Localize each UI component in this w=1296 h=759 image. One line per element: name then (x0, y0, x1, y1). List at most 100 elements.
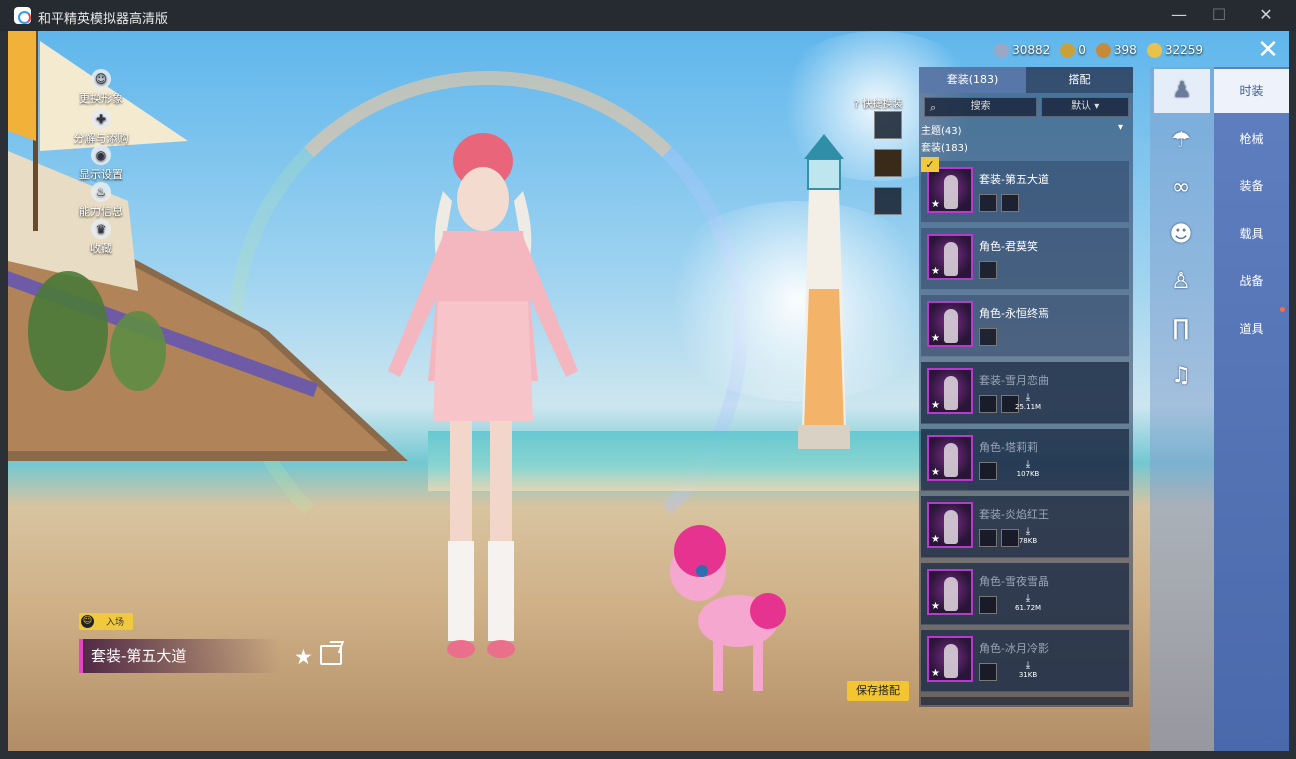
lighthouse (798, 134, 850, 449)
part-thumbnail (979, 395, 997, 413)
quick-change-label: ? 快捷换装 (854, 99, 903, 110)
menu-item[interactable]: 枪械 (1214, 117, 1289, 161)
currency-item: 30882 (994, 40, 1050, 60)
save-outfit-button[interactable]: 保存搭配 (847, 681, 909, 701)
download-icon: ⤓ (1025, 459, 1031, 470)
decompose-icon: ✚ (91, 109, 111, 129)
currency-item: 398 (1095, 40, 1137, 60)
mask-icon[interactable]: ☻ (1164, 218, 1198, 252)
star-icon: ★ (931, 266, 940, 277)
equipped-check-icon: ✓ (921, 157, 939, 172)
currency-item: 32259 (1146, 40, 1203, 60)
star-icon: ★ (931, 467, 940, 478)
outfit-list-item[interactable]: ★ 角色-冰月冷影 ⤓ 31KB (921, 630, 1129, 692)
quick-slot[interactable] (874, 149, 902, 177)
emote-icon: ☺ (81, 615, 94, 628)
figure (944, 309, 958, 343)
outfit-item-name: 角色-冰月冷影 (979, 642, 1049, 655)
outfit-list-item[interactable]: ★ 角色-君莫笑 (921, 228, 1129, 290)
suit-count: 套装(183) (921, 143, 968, 154)
star-icon: ★ (931, 534, 940, 545)
outfit-list-item[interactable]: ★ 套装-第五大道 (921, 161, 1129, 223)
main-menu-column: 时装 枪械 装备 载具 战备 道具 (1214, 67, 1289, 751)
figure (944, 376, 958, 410)
quick-slot[interactable] (874, 111, 902, 139)
outfit-item-name: 角色-君莫笑 (979, 240, 1038, 253)
download-indicator[interactable]: ⤓ 61.72M (1015, 593, 1041, 612)
sort-dropdown[interactable]: 默认 ▾ (1041, 97, 1129, 117)
download-icon: ⤓ (1025, 660, 1031, 671)
collection-button[interactable]: ♛ 收藏 (56, 219, 146, 256)
entry-badge[interactable]: ☺ 入场 (79, 613, 133, 630)
chevron-down-icon: ▾ (1094, 101, 1100, 112)
search-row: ⌕ 搜索 默认 ▾ (924, 97, 1129, 117)
close-window-button[interactable]: ✕ (1255, 4, 1277, 26)
eye-icon: ◉ (91, 145, 111, 165)
star-icon: ★ (931, 400, 940, 411)
outfit-thumbnail: ★ (927, 435, 973, 481)
download-icon: ⤓ (1025, 392, 1031, 403)
download-indicator[interactable]: ⤓ 107KB (1015, 459, 1041, 478)
search-input[interactable]: ⌕ 搜索 (924, 97, 1038, 117)
menu-item[interactable]: 战备 (1214, 259, 1289, 303)
pants-icon[interactable]: ∏ (1164, 312, 1198, 346)
top-icon[interactable]: ♙ (1164, 265, 1198, 299)
minimize-button[interactable]: — (1168, 4, 1190, 26)
part-thumbnail (1001, 194, 1019, 212)
fire-icon: ♨ (91, 182, 111, 202)
outfit-list-item[interactable]: ★ 角色-塔莉莉 ⤓ 107KB (921, 429, 1129, 491)
outfit-list-item[interactable]: ★ 套装-雪月恋曲 ⤓ 25.11M (921, 362, 1129, 424)
tab-mix-match[interactable]: 搭配 (1026, 67, 1133, 93)
search-icon: ⌕ (930, 101, 937, 114)
menu-item[interactable]: 载具 (1214, 212, 1289, 256)
menu-item[interactable]: 道具 (1214, 307, 1289, 351)
outfit-item-name: 角色-永恒终焉 (979, 307, 1049, 320)
download-indicator[interactable]: ⤓ 25.11M (1015, 392, 1041, 411)
app-icon (14, 7, 31, 24)
outfit-icon[interactable]: ♟ (1154, 69, 1210, 113)
figure (944, 242, 958, 276)
outfit-item-name: 角色-塔莉莉 (979, 441, 1038, 454)
title-bar: 和平精英模拟器高清版 — ☐ ✕ (0, 0, 1296, 31)
theme-filter[interactable]: 主题(43) ▾ (921, 122, 1131, 137)
outfit-list-item[interactable]: ★ 角色-永恒终焉 (921, 295, 1129, 357)
share-icon[interactable] (320, 645, 342, 665)
scrollbar[interactable] (921, 697, 1129, 705)
part-thumbnail (979, 462, 997, 480)
panel-tabs: 套装(183) 搭配 (919, 67, 1133, 93)
menu-item[interactable]: 时装 (1214, 69, 1289, 113)
ability-info-button[interactable]: ♨ 能力信息 (56, 182, 146, 219)
glasses-icon[interactable]: ∞ (1164, 171, 1198, 205)
bronze-coin-icon (1095, 42, 1111, 58)
outfit-list-panel: 套装(183) 搭配 ⌕ 搜索 默认 ▾ 主题(43) ▾ 套装(183) ★ 套装-… (919, 67, 1133, 707)
star-icon: ★ (931, 333, 940, 344)
shoes-icon[interactable]: ♫ (1164, 359, 1198, 393)
outfit-thumbnail: ★ (927, 234, 973, 280)
figure (944, 443, 958, 477)
crown-icon: ♛ (91, 219, 111, 239)
quick-slot[interactable] (874, 187, 902, 215)
part-thumbnail (979, 328, 997, 346)
display-settings-button[interactable]: ◉ 显示设置 (56, 145, 146, 182)
change-appearance-button[interactable]: ☺ 更换形象 (56, 69, 146, 106)
menu-item[interactable]: 装备 (1214, 164, 1289, 208)
maximize-button[interactable]: ☐ (1208, 4, 1230, 26)
favorite-star-icon[interactable]: ★ (294, 645, 313, 669)
figure (944, 175, 958, 209)
outfit-item-name: 角色-雪夜雪晶 (979, 575, 1049, 588)
outfit-item-name: 套装-炎焰红王 (979, 508, 1049, 521)
outfit-list-item[interactable]: ★ 角色-雪夜雪晶 ⤓ 61.72M (921, 563, 1129, 625)
download-indicator[interactable]: ⤓ 31KB (1015, 660, 1041, 679)
outfit-item-name: 套装-雪月恋曲 (979, 374, 1049, 387)
decompose-button[interactable]: ✚ 分解与添购 (56, 109, 146, 146)
outfit-list-item[interactable]: ★ 套装-炎焰红王 ⤓ 78KB (921, 496, 1129, 558)
star-icon: ★ (931, 601, 940, 612)
gold-medal-icon (1060, 42, 1076, 58)
figure (944, 510, 958, 544)
window-title: 和平精英模拟器高清版 (38, 12, 169, 27)
close-icon[interactable]: ✕ (1251, 35, 1285, 65)
hat-icon[interactable]: ☂ (1164, 124, 1198, 158)
silver-coin-icon (994, 42, 1010, 58)
tab-suits[interactable]: 套装(183) (919, 67, 1026, 93)
download-indicator[interactable]: ⤓ 78KB (1015, 526, 1041, 545)
